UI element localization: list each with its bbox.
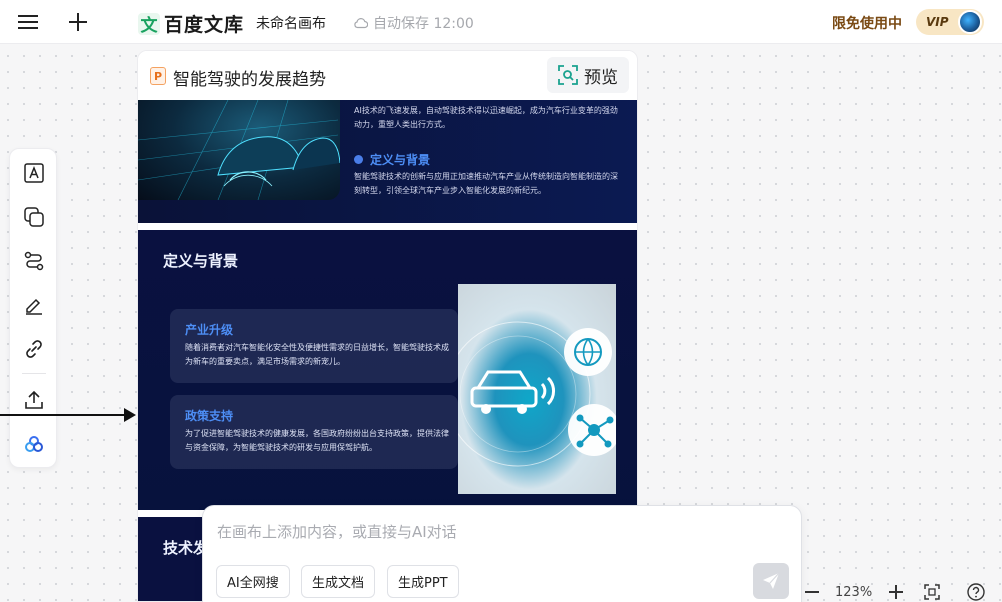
document-title[interactable]: 未命名画布 (256, 13, 326, 33)
logo-text: 百度文库 (164, 10, 244, 37)
slide-1-body: 智能驾驶技术的创新与应用正加速推动汽车产业从传统制造向智能制造的深刻转型，引领全… (354, 170, 624, 198)
add-icon[interactable] (66, 10, 90, 34)
card-body: 随着消费者对汽车智能化安全性及便捷性需求的日益增长，智能驾驶技术成为新车的重要卖… (185, 341, 450, 369)
ai-assistant-icon[interactable] (22, 432, 46, 456)
zoom-in-icon[interactable] (886, 582, 906, 602)
autonomous-car-image (138, 100, 340, 200)
zoom-level[interactable]: 123% (835, 585, 872, 600)
link-tool-icon[interactable] (22, 337, 46, 361)
slide-1-intro: AI技术的飞速发展，自动驾驶技术得以迅速崛起，成为汽车行业变革的强劲动力，重塑人… (354, 104, 624, 132)
vip-label: VIP (926, 15, 949, 29)
slide-2[interactable]: 定义与背景 产业升级 随着消费者对汽车智能化安全性及便捷性需求的日益增长，智能驾… (138, 230, 638, 510)
card-title: 产业升级 (185, 321, 233, 338)
toolbar-divider (22, 373, 46, 374)
card-title: 政策支持 (185, 407, 233, 424)
text-tool-icon[interactable] (22, 161, 46, 185)
help-icon[interactable] (966, 582, 986, 602)
send-icon (762, 572, 780, 590)
app-logo[interactable]: 文 百度文库 (138, 10, 244, 37)
vip-badge[interactable]: VIP (916, 9, 984, 35)
ai-prompt-input[interactable] (217, 518, 777, 546)
avatar[interactable] (958, 10, 982, 34)
smart-car-image (458, 284, 616, 494)
card-body: 为了促进智能驾驶技术的健康发展，各国政府纷纷出台支持政策，提供法律与资金保障，为… (185, 427, 450, 455)
preview-label: 预览 (584, 63, 618, 88)
ai-composer: AI全网搜 生成文档 生成PPT (202, 505, 802, 602)
fit-screen-icon[interactable] (922, 582, 942, 602)
autosave-status: 自动保存 12:00 (354, 13, 474, 33)
generate-ppt-chip[interactable]: 生成PPT (387, 565, 459, 598)
autosave-text: 自动保存 12:00 (373, 13, 474, 33)
panel-header: P 智能驾驶的发展趋势 预览 (138, 51, 637, 100)
zoom-controls: 123% (802, 580, 1002, 602)
top-bar: 文 百度文库 未命名画布 自动保存 12:00 限免使用中 VIP (0, 0, 1002, 44)
pen-tool-icon[interactable] (22, 293, 46, 317)
canvas-arrow[interactable] (0, 405, 140, 425)
cloud-save-icon (354, 17, 368, 29)
free-usage-label: 限免使用中 (832, 13, 902, 33)
card-policy-support: 政策支持 为了促进智能驾驶技术的健康发展，各国政府纷纷出台支持政策，提供法律与资… (170, 395, 458, 469)
card-industry-upgrade: 产业升级 随着消费者对汽车智能化安全性及便捷性需求的日益增长，智能驾驶技术成为新… (170, 309, 458, 383)
zoom-out-icon[interactable] (802, 582, 822, 602)
generate-doc-chip[interactable]: 生成文档 (301, 565, 375, 598)
ppt-file-icon: P (150, 67, 166, 85)
ai-web-search-chip[interactable]: AI全网搜 (216, 565, 290, 598)
send-button[interactable] (753, 563, 789, 599)
slide-1-heading-text: 定义与背景 (370, 151, 430, 168)
preview-button[interactable]: 预览 (547, 57, 629, 93)
panel-title: 智能驾驶的发展趋势 (173, 65, 326, 90)
slide-2-title: 定义与背景 (163, 250, 238, 271)
menu-icon[interactable] (16, 10, 40, 34)
shape-tool-icon[interactable] (22, 205, 46, 229)
slide-1-heading: 定义与背景 (354, 151, 430, 168)
bullet-dot-icon (354, 155, 363, 164)
connector-tool-icon[interactable] (22, 249, 46, 273)
logo-mark-icon: 文 (138, 13, 160, 35)
preview-scan-icon (558, 65, 578, 85)
slide-1[interactable]: AI技术的飞速发展，自动驾驶技术得以迅速崛起，成为汽车行业变革的强劲动力，重塑人… (138, 100, 638, 223)
